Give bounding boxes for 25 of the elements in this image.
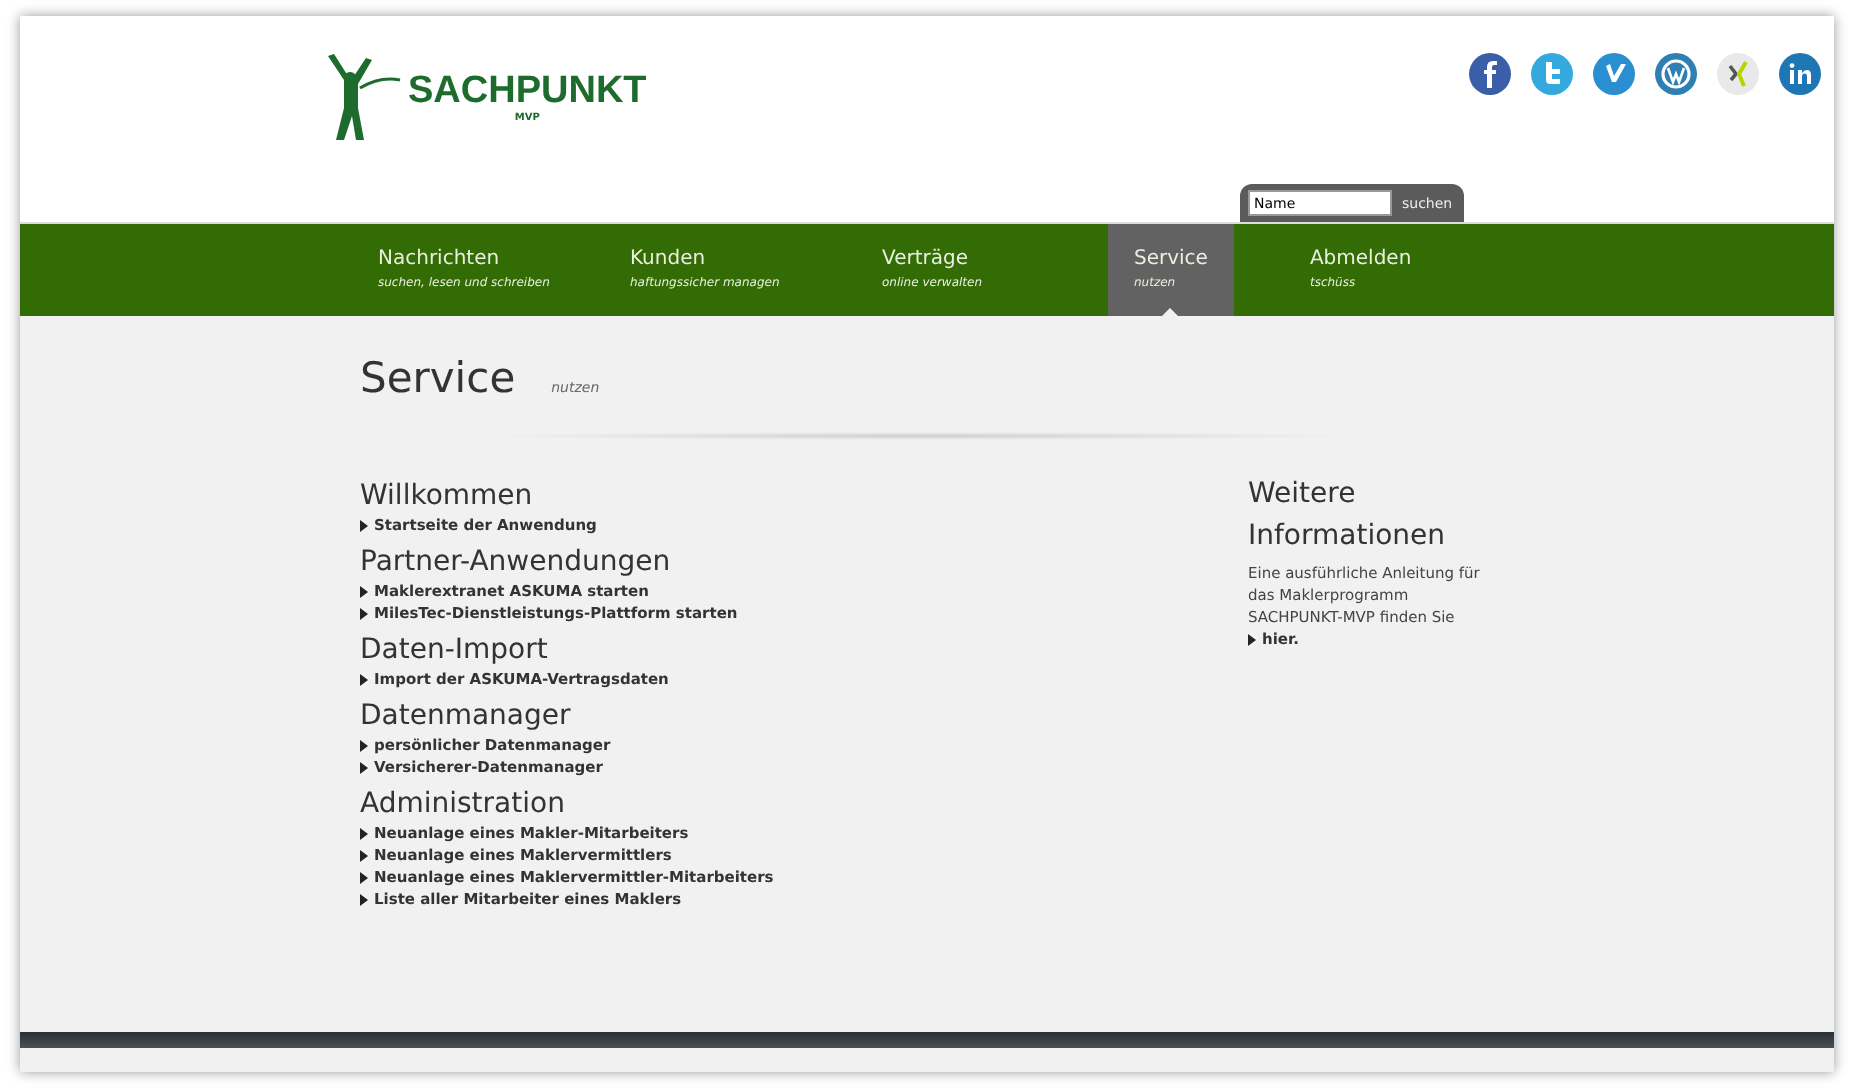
section-heading: Partner-Anwendungen xyxy=(360,546,673,580)
social-media-icon[interactable] xyxy=(1716,52,1760,96)
info-heading: Weitere Informationen xyxy=(1248,476,1448,556)
section-heading: Daten-Import xyxy=(360,634,550,668)
bullet-icon xyxy=(360,849,368,861)
bullet-icon xyxy=(1248,633,1256,645)
bullet-icon xyxy=(360,871,368,883)
section-heading: Willkommen xyxy=(360,480,535,514)
logo-wordmark: SACHPUNKT xyxy=(408,72,647,112)
bullet-icon xyxy=(360,673,368,685)
bullet-icon xyxy=(360,739,368,751)
bullet-icon xyxy=(360,519,368,531)
bullet-icon xyxy=(360,607,368,619)
social-media-icon[interactable] xyxy=(1778,52,1822,96)
social-media-icon[interactable] xyxy=(1468,52,1512,96)
page-title: Service xyxy=(360,352,516,404)
bullet-icon xyxy=(360,893,368,905)
bullet-icon xyxy=(360,827,368,839)
section-heading: Administration xyxy=(360,788,567,822)
social-media-icon[interactable] xyxy=(1654,52,1698,96)
bullet-icon xyxy=(360,761,368,773)
jumping-figure-icon xyxy=(324,52,404,144)
section-heading: Datenmanager xyxy=(360,700,573,734)
social-media-icon[interactable] xyxy=(1592,52,1636,96)
bullet-icon xyxy=(360,585,368,597)
